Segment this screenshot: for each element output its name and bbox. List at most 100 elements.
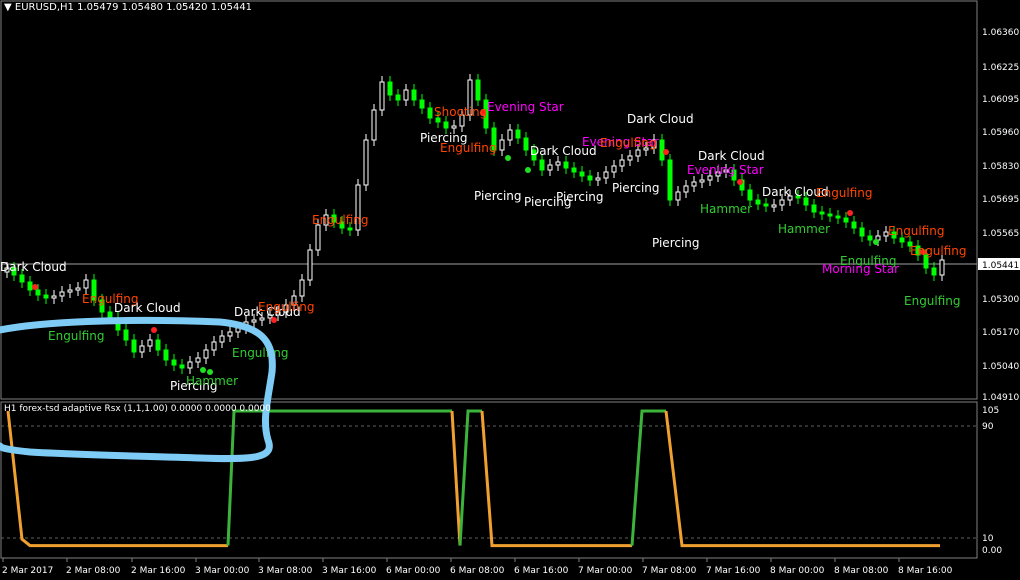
candle-body xyxy=(827,213,833,217)
candle-body xyxy=(587,175,593,181)
rsx-line-segment xyxy=(226,409,452,546)
pattern-label: Engulfing xyxy=(816,186,873,200)
candle-body xyxy=(763,203,769,207)
pattern-label: Engulfing xyxy=(258,300,315,314)
time-label: 3 Mar 16:00 xyxy=(322,566,377,576)
price-tick: 1.05695 xyxy=(982,195,1019,205)
signal-dot xyxy=(32,284,38,290)
candle-body xyxy=(43,294,49,299)
candle-body xyxy=(211,341,217,351)
pattern-label: Morning Star xyxy=(822,262,899,276)
indicator-axis: 105 90 10 0.00 xyxy=(982,406,1002,556)
candle-body xyxy=(387,81,393,96)
time-label: 3 Mar 08:00 xyxy=(258,566,313,576)
candle-body xyxy=(571,167,577,173)
candle-body xyxy=(219,335,225,343)
candle-body xyxy=(507,129,513,141)
candle-body xyxy=(403,89,409,101)
pattern-label: Engulfing xyxy=(440,141,497,155)
candle-body xyxy=(675,191,681,201)
time-label: 8 Mar 16:00 xyxy=(898,566,953,576)
candle-body xyxy=(475,79,481,101)
candle-body xyxy=(51,295,57,299)
price-tick: 1.05830 xyxy=(982,162,1019,172)
candle-body xyxy=(555,161,561,166)
pattern-label: Evening Star xyxy=(487,100,564,114)
candle-body xyxy=(307,249,313,281)
candle-body xyxy=(203,349,209,359)
time-label: 8 Mar 08:00 xyxy=(834,566,889,576)
candle-body xyxy=(19,274,25,283)
price-chart[interactable]: 1.06360 1.06225 1.06095 1.05960 1.05830 … xyxy=(0,0,1020,580)
candle-body xyxy=(747,189,753,201)
candle-body xyxy=(523,137,529,151)
candle-body xyxy=(803,197,809,206)
candle-body xyxy=(611,165,617,173)
candle-body xyxy=(851,221,857,229)
time-label: 3 Mar 00:00 xyxy=(195,566,250,576)
signal-dot xyxy=(873,239,879,245)
time-label: 7 Mar 00:00 xyxy=(578,566,633,576)
rsx-indicator xyxy=(6,409,940,548)
rsx-line-segment xyxy=(664,410,940,548)
price-tick: 1.06225 xyxy=(982,63,1019,73)
candle-body xyxy=(699,179,705,183)
pattern-label: Shooting xyxy=(434,105,487,119)
pattern-label: Piercing xyxy=(556,190,604,204)
time-axis: 2 Mar 2017 2 Mar 08:00 2 Mar 16:00 3 Mar 00… xyxy=(2,558,953,576)
candle-body xyxy=(131,339,137,353)
pattern-labels: Dark Cloud Engulfing Dark Cloud Engulfing Pi… xyxy=(0,100,967,393)
candle-body xyxy=(691,181,697,187)
price-tick: 1.05170 xyxy=(982,328,1019,338)
candle-body xyxy=(443,121,449,129)
candle-body xyxy=(515,129,521,139)
indicator-level: 90 xyxy=(982,422,994,432)
candle-body xyxy=(299,279,305,297)
time-label: 2 Mar 16:00 xyxy=(131,566,186,576)
signal-dot xyxy=(847,210,853,216)
time-label: 8 Mar 00:00 xyxy=(770,566,825,576)
pattern-label: Dark Cloud xyxy=(698,149,765,163)
pattern-label: Engulfing xyxy=(48,329,105,343)
candle-body xyxy=(163,349,169,361)
candle-body xyxy=(395,94,401,101)
candle-body xyxy=(179,364,185,369)
price-tick: 1.05960 xyxy=(982,128,1019,138)
pattern-label: Dark Cloud xyxy=(627,112,694,126)
time-label: 2 Mar 08:00 xyxy=(66,566,121,576)
candle-body xyxy=(227,331,233,337)
indicator-level: 105 xyxy=(982,406,999,416)
rsx-line-segment xyxy=(450,410,462,546)
candle-body xyxy=(59,291,65,297)
price-tick: 1.06360 xyxy=(982,28,1019,38)
pattern-label: Engulfing xyxy=(312,213,369,227)
candle-body xyxy=(667,159,673,201)
rsx-line-segment xyxy=(458,409,482,546)
rsx-line-segment xyxy=(630,409,666,546)
candle-body xyxy=(347,227,353,231)
candle-body xyxy=(563,161,569,169)
candle-body xyxy=(139,345,145,353)
candle-body xyxy=(427,107,433,119)
indicator-title: H1 forex-tsd adaptive Rsx (1,1,1.00) 0.0… xyxy=(4,404,271,414)
time-label: 6 Mar 00:00 xyxy=(386,566,441,576)
candle-body xyxy=(595,177,601,181)
signal-dot xyxy=(505,155,511,161)
indicator-frame xyxy=(0,401,978,559)
candle-body xyxy=(315,224,321,251)
candle-body xyxy=(843,217,849,223)
candle-body xyxy=(779,199,785,206)
candle-body xyxy=(107,311,113,319)
candle-body xyxy=(931,267,937,276)
candle-body xyxy=(755,199,761,205)
candle-body xyxy=(835,215,841,219)
time-label: 2 Mar 2017 xyxy=(2,566,53,576)
pattern-label: Engulfing xyxy=(904,294,961,308)
candle-body xyxy=(539,159,545,171)
pattern-label: Dark Cloud xyxy=(0,260,67,274)
candle-body xyxy=(499,139,505,151)
candle-body xyxy=(371,109,377,141)
pattern-label: Piercing xyxy=(474,189,522,203)
indicator-level: 0.00 xyxy=(982,546,1002,556)
candle-body xyxy=(35,289,41,296)
